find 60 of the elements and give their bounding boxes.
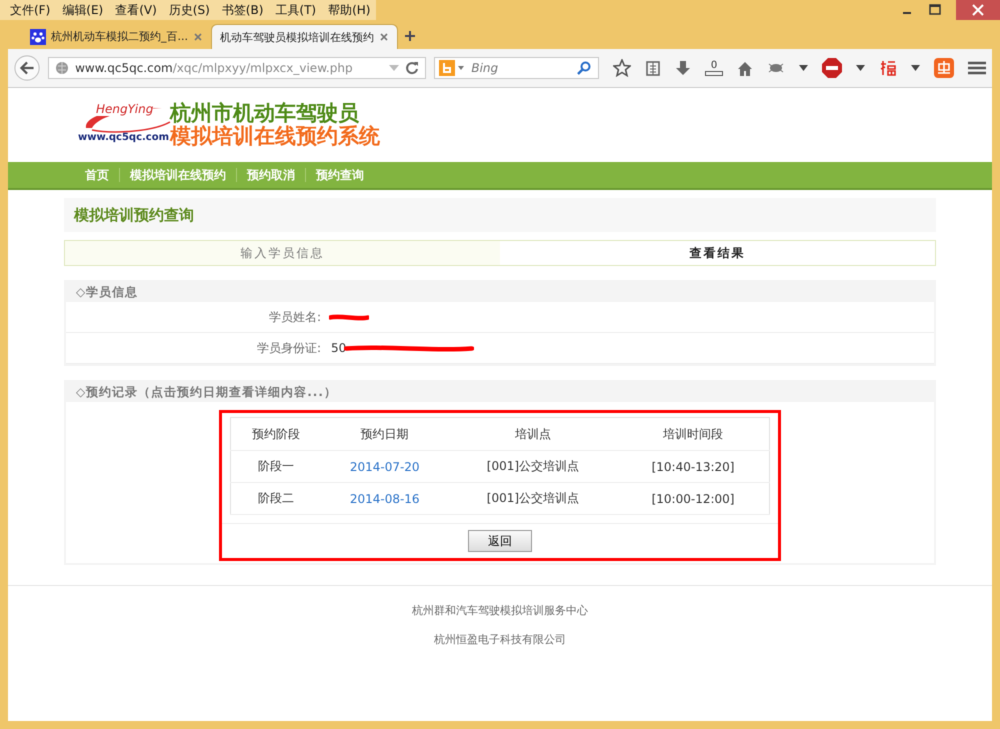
menu-item[interactable]: 帮助(H) [322,2,376,18]
menu-item[interactable]: 工具(T) [269,2,322,18]
logo-url: www.qc5qc.com [78,132,170,143]
step-tab[interactable]: 输入学员信息 [65,241,500,265]
bug-icon[interactable] [767,61,785,75]
search-bar[interactable]: Bing [434,57,599,79]
address-bar[interactable]: www.qc5qc.com/xqc/mlpxyy/mlpxcx_view.php [48,57,426,79]
section-heading: ◇学员信息 [75,284,140,301]
search-engine-icon[interactable] [439,60,466,76]
field-label: 学员身份证: [256,340,321,356]
column-header: 培训时间段 [617,418,770,450]
table-cell: 阶段一 [230,450,321,482]
site-subtitle: 模拟培训在线预约系统 [170,125,380,148]
plus-icon[interactable] [404,30,416,42]
home-icon[interactable] [737,60,753,76]
browser-tab[interactable]: 机动车驾驶员模拟培训在线预约 [211,24,398,49]
caret-icon[interactable] [856,65,865,71]
star-icon[interactable] [613,59,631,77]
back-button[interactable]: 返回 [468,530,532,552]
search-field[interactable]: Bing [469,60,574,76]
table-cell: [001]公交培训点 [448,482,618,514]
menu-item[interactable]: 编辑(E) [56,2,110,18]
section-heading: ◇预约记录（点击预约日期查看详细内容...） [75,384,338,401]
logo-text: HengYing [96,102,154,116]
date-link[interactable]: 2014-08-16 [320,482,449,514]
table-cell: [001]公交培训点 [448,450,618,482]
close-icon[interactable] [379,32,389,42]
menu-icon[interactable] [968,61,986,75]
footer-text: 杭州群和汽车驾驶模拟培训服务中心 [411,603,589,619]
table-cell: 阶段二 [230,482,321,514]
site-title: 杭州市机动车驾驶员 [170,102,360,125]
table-cell: [10:40-13:20] [617,450,770,482]
clipboard-icon[interactable] [645,60,661,76]
stop-sign-icon[interactable] [822,58,842,78]
fu-icon[interactable] [879,59,897,77]
table-cell: [10:00-12:00] [617,482,770,514]
close-button[interactable] [956,0,1000,20]
close-icon[interactable] [193,32,203,42]
footer-text: 杭州恒盈电子科技有限公司 [433,632,567,648]
browser-tab[interactable]: 杭州机动车模拟二预约_百... [22,24,211,49]
menu-item[interactable]: 查看(V) [109,2,163,18]
globe-icon [55,61,70,75]
reload-icon[interactable] [405,61,420,75]
coupon-icon[interactable] [934,58,954,78]
column-header: 预约日期 [320,418,449,450]
menu-item[interactable]: 文件(F) [4,2,56,18]
column-header: 预约阶段 [230,418,321,450]
date-link[interactable]: 2014-07-20 [320,450,449,482]
menu-item[interactable]: 书签(B) [216,2,270,18]
download-icon[interactable] [675,60,691,76]
maximize-icon[interactable] [928,4,942,16]
caret-icon[interactable] [911,65,920,71]
caret-icon[interactable] [799,65,808,71]
search-icon[interactable] [577,61,592,75]
page-title: 模拟培训预约查询 [64,198,936,232]
back-button[interactable] [14,54,40,82]
paw-icon [30,28,46,44]
menu-item[interactable]: 历史(S) [162,2,216,18]
field-label: 学员姓名: [268,308,321,326]
column-header: 培训点 [448,418,618,450]
